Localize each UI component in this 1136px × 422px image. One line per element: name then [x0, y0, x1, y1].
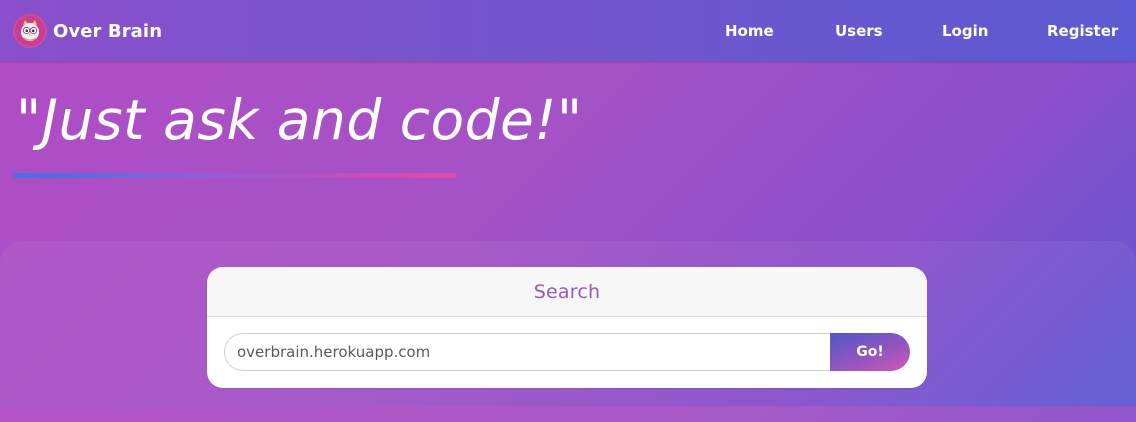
search-card-header: Search: [207, 267, 927, 317]
brand-name: Over Brain: [53, 20, 163, 42]
search-card: Search Go!: [207, 267, 927, 388]
nav-link-login[interactable]: Login: [942, 22, 988, 40]
hero-title: "Just ask and code!": [16, 88, 583, 152]
nav-link-register[interactable]: Register: [1047, 22, 1118, 40]
owl-logo-svg: [21, 20, 39, 41]
nav-link-home[interactable]: Home: [725, 22, 774, 40]
hero-underline: [13, 173, 456, 178]
search-title: Search: [533, 280, 601, 303]
navbar: Over Brain Home Users Login Register: [0, 0, 1136, 61]
go-button[interactable]: Go!: [830, 333, 910, 371]
owl-logo-icon: [13, 14, 47, 48]
nav-link-users[interactable]: Users: [835, 22, 883, 40]
brand-link[interactable]: Over Brain: [13, 14, 162, 48]
search-input[interactable]: [224, 333, 831, 371]
search-form: Go!: [224, 333, 910, 371]
